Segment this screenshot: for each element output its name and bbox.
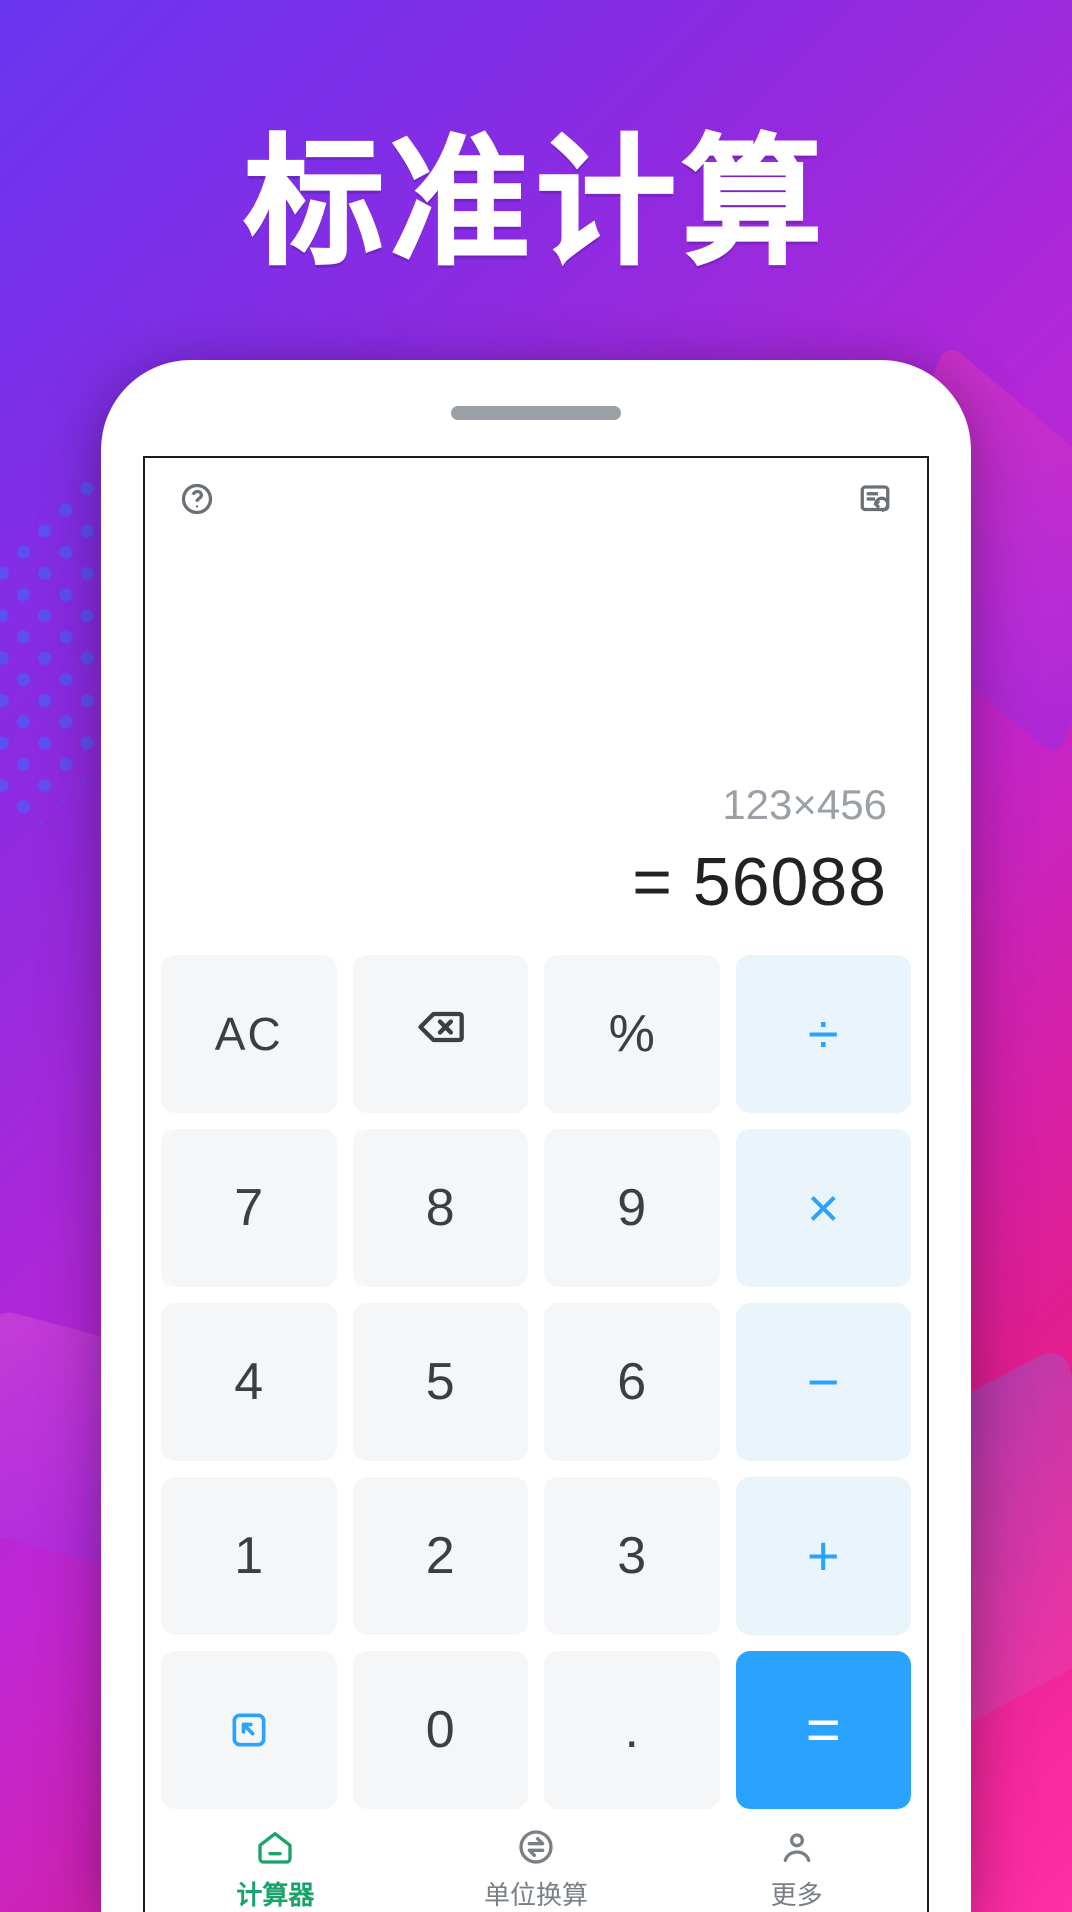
key-1[interactable]: 1 — [161, 1477, 337, 1635]
key-6[interactable]: 6 — [544, 1303, 720, 1461]
help-icon[interactable] — [175, 477, 219, 521]
home-icon — [253, 1825, 297, 1869]
person-icon — [775, 1825, 819, 1869]
bottom-nav: 计算器 单位换算 更多 — [145, 1817, 927, 1912]
page-title: 标准计算 — [0, 90, 1072, 292]
history-icon[interactable] — [853, 477, 897, 521]
key-minus[interactable]: − — [736, 1303, 912, 1461]
key-3[interactable]: 3 — [544, 1477, 720, 1635]
key-expand[interactable] — [161, 1651, 337, 1809]
key-dot[interactable]: . — [544, 1651, 720, 1809]
nav-label: 单位换算 — [484, 1875, 588, 1912]
nav-unit-convert[interactable]: 单位换算 — [406, 1817, 667, 1912]
expression-display: 123×456 — [185, 781, 887, 829]
nav-calculator[interactable]: 计算器 — [145, 1817, 406, 1912]
key-multiply[interactable]: × — [736, 1129, 912, 1287]
key-0[interactable]: 0 — [353, 1651, 529, 1809]
key-equals[interactable]: = — [736, 1651, 912, 1809]
nav-label: 更多 — [771, 1875, 823, 1912]
key-9[interactable]: 9 — [544, 1129, 720, 1287]
key-percent[interactable]: % — [544, 955, 720, 1113]
keypad: AC % ÷ 7 8 9 × 4 5 6 − 1 2 3 + — [145, 947, 927, 1815]
phone-speaker — [451, 406, 621, 420]
convert-icon — [514, 1825, 558, 1869]
key-delete[interactable] — [353, 955, 529, 1113]
backspace-icon — [414, 1001, 466, 1066]
nav-more[interactable]: 更多 — [666, 1817, 927, 1912]
key-ac[interactable]: AC — [161, 955, 337, 1113]
key-8[interactable]: 8 — [353, 1129, 529, 1287]
key-7[interactable]: 7 — [161, 1129, 337, 1287]
key-4[interactable]: 4 — [161, 1303, 337, 1461]
key-5[interactable]: 5 — [353, 1303, 529, 1461]
app-screen: 123×456 = 56088 AC % ÷ 7 8 9 × 4 5 6 — [143, 456, 929, 1912]
key-2[interactable]: 2 — [353, 1477, 529, 1635]
phone-frame: 123×456 = 56088 AC % ÷ 7 8 9 × 4 5 6 — [101, 360, 971, 1912]
result-display: = 56088 — [185, 843, 887, 921]
key-divide[interactable]: ÷ — [736, 955, 912, 1113]
key-plus[interactable]: + — [736, 1477, 912, 1635]
nav-label: 计算器 — [236, 1875, 314, 1912]
